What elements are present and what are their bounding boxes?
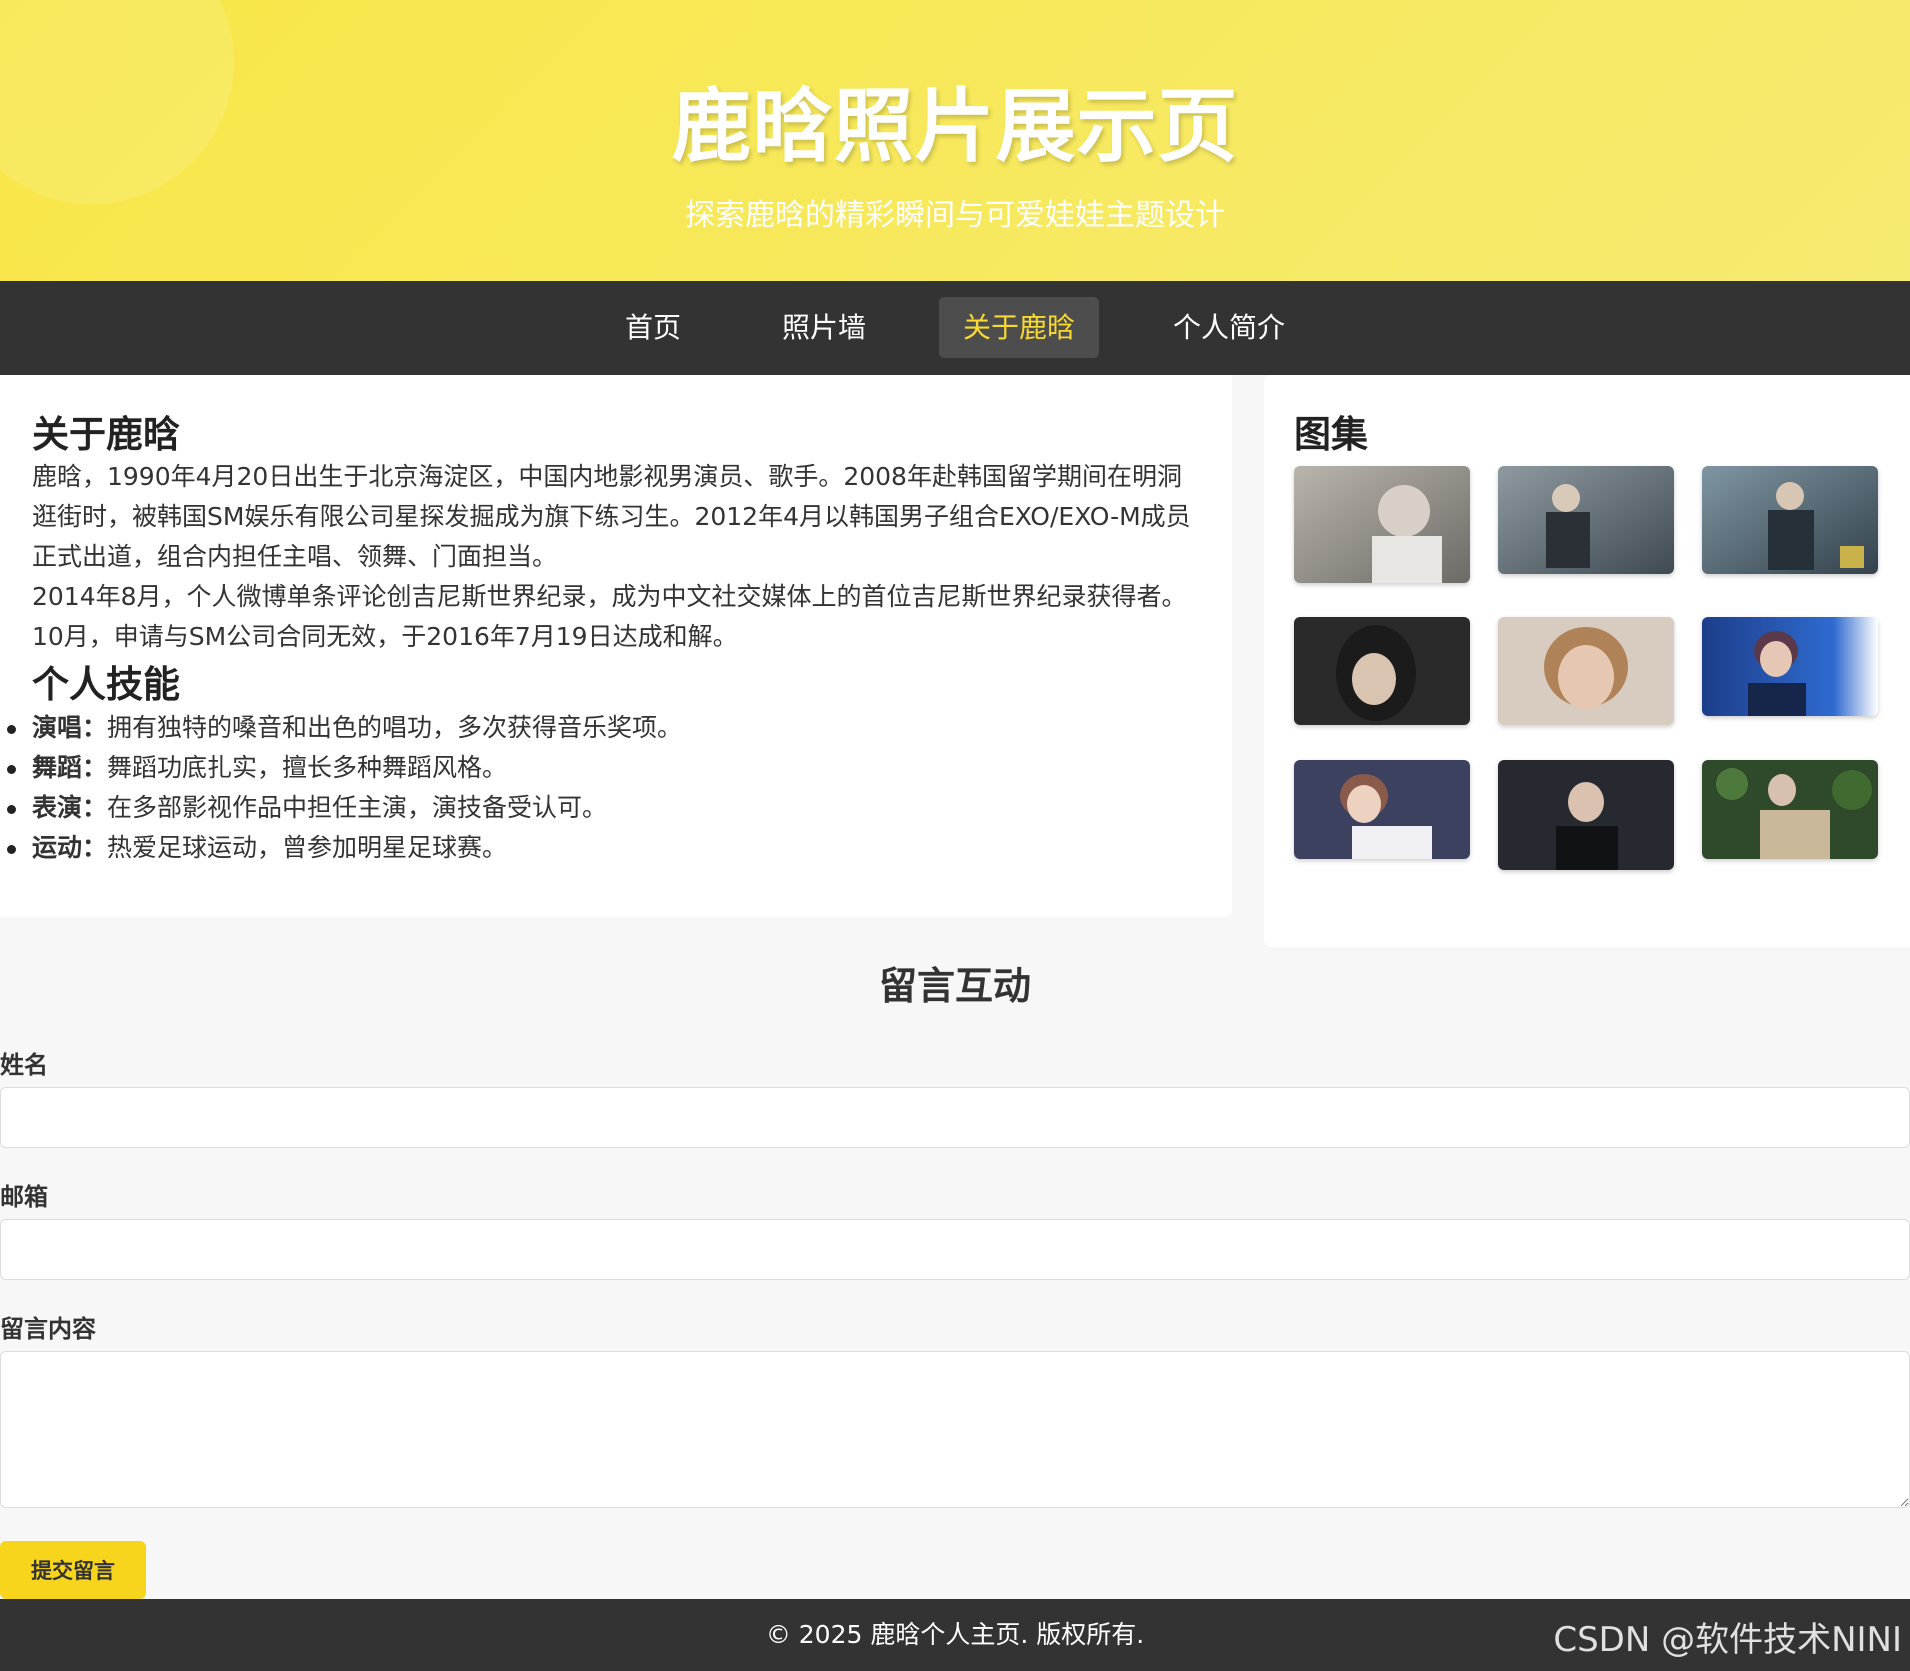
about-paragraph: 鹿晗，1990年4月20日出生于北京海淀区，中国内地影视男演员、歌手。2008年… xyxy=(32,462,1191,572)
about-heading: 关于鹿晗 xyxy=(32,413,180,456)
list-item: 运动：热爱足球运动，曾参加明星足球赛。 xyxy=(7,828,1200,868)
message-textarea[interactable] xyxy=(0,1351,1910,1508)
gallery-photo[interactable] xyxy=(1498,466,1674,574)
list-item: 表演：在多部影视作品中担任主演，演技备受认可。 xyxy=(7,788,1200,828)
watermark: CSDN @软件技术NINI xyxy=(1553,1620,1902,1660)
gallery-photo[interactable] xyxy=(1294,760,1470,859)
name-label: 姓名 xyxy=(0,1051,48,1079)
skill-name: 舞蹈： xyxy=(32,752,108,782)
skill-desc: 拥有独特的嗓音和出色的唱功，多次获得音乐奖项。 xyxy=(107,712,683,742)
email-label: 邮箱 xyxy=(0,1183,48,1211)
skills-heading: 个人技能 xyxy=(32,663,180,707)
name-input[interactable] xyxy=(0,1087,1910,1148)
page-title: 鹿晗照片展示页 xyxy=(671,80,1239,173)
gallery-photo[interactable] xyxy=(1498,617,1674,725)
nav-item-profile[interactable]: 个人简介 xyxy=(1158,297,1300,358)
about-section: 关于鹿晗 鹿晗，1990年4月20日出生于北京海淀区，中国内地影视男演员、歌手。… xyxy=(0,375,1232,917)
skill-desc: 舞蹈功底扎实，擅长多种舞蹈风格。 xyxy=(107,752,508,782)
form-title: 留言互动 xyxy=(878,964,1031,1008)
gallery-photo[interactable] xyxy=(1294,617,1470,725)
page-subtitle: 探索鹿晗的精彩瞬间与可爱娃娃主题设计 xyxy=(685,198,1225,233)
skills-list: 演唱：拥有独特的嗓音和出色的唱功，多次获得音乐奖项。 舞蹈：舞蹈功底扎实，擅长多… xyxy=(7,708,1200,868)
gallery-photo[interactable] xyxy=(1294,466,1470,583)
message-label: 留言内容 xyxy=(0,1315,96,1343)
gallery-photo[interactable] xyxy=(1702,617,1878,716)
list-item: 演唱：拥有独特的嗓音和出色的唱功，多次获得音乐奖项。 xyxy=(7,708,1200,748)
nav-item-photo-wall[interactable]: 照片墙 xyxy=(764,297,884,358)
nav-item-about[interactable]: 关于鹿晗 xyxy=(939,297,1099,358)
gallery-photo[interactable] xyxy=(1702,760,1878,859)
skill-desc: 在多部影视作品中担任主演，演技备受认可。 xyxy=(107,792,608,822)
skill-name: 运动： xyxy=(32,832,108,862)
email-input[interactable] xyxy=(0,1219,1910,1280)
nav-item-home[interactable]: 首页 xyxy=(608,297,698,358)
copyright-text: © 2025 鹿晗个人主页. 版权所有. xyxy=(765,1620,1145,1649)
gallery-heading: 图集 xyxy=(1294,413,1368,456)
gallery-photo[interactable] xyxy=(1498,760,1674,870)
main-nav: 首页 照片墙 关于鹿晗 个人简介 xyxy=(0,281,1910,375)
submit-button[interactable]: 提交留言 xyxy=(0,1541,146,1599)
skill-name: 演唱： xyxy=(32,712,108,742)
about-paragraph: 2014年8月，个人微博单条评论创吉尼斯世界纪录，成为中文社交媒体上的首位吉尼斯… xyxy=(32,582,1187,652)
skill-desc: 热爱足球运动，曾参加明星足球赛。 xyxy=(107,832,508,862)
gallery-photo[interactable] xyxy=(1702,466,1878,574)
list-item: 舞蹈：舞蹈功底扎实，擅长多种舞蹈风格。 xyxy=(7,748,1200,788)
page-header: 鹿晗照片展示页 探索鹿晗的精彩瞬间与可爱娃娃主题设计 xyxy=(0,0,1910,281)
skill-name: 表演： xyxy=(32,792,108,822)
